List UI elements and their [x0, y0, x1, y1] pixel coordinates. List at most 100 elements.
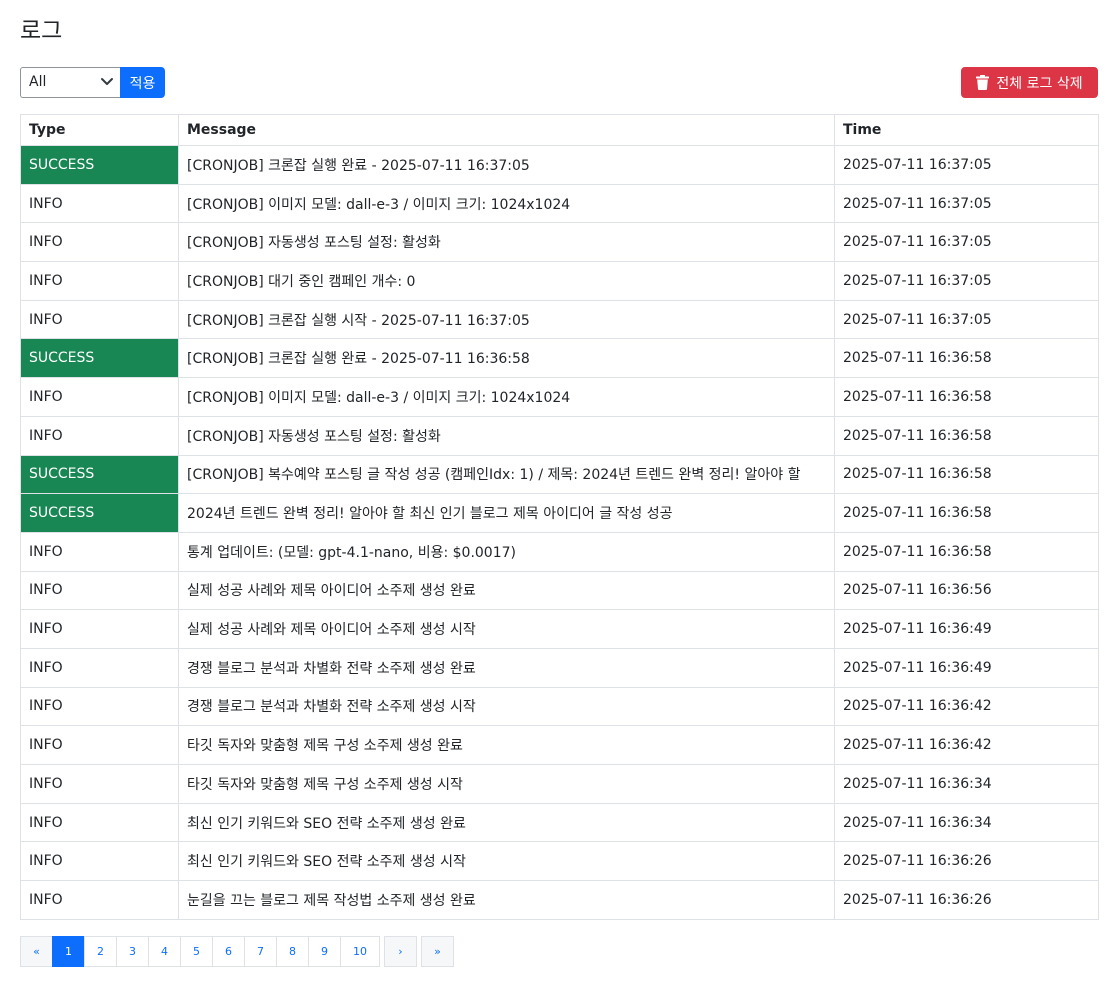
log-time-cell: 2025-07-11 16:36:26 — [834, 880, 1099, 920]
log-time-cell: 2025-07-11 16:36:34 — [834, 802, 1099, 843]
log-type-cell: INFO — [20, 725, 179, 765]
table-row: SUCCESS [CRONJOB] 크론잡 실행 완료 - 2025-07-11 … — [20, 145, 1099, 185]
page-link[interactable]: 7 — [244, 935, 277, 967]
table-header-row: Type Message Time — [20, 114, 1099, 146]
log-message-cell: [CRONJOB] 대기 중인 캠페인 개수: 0 — [178, 261, 835, 301]
page-link[interactable]: 6 — [212, 935, 245, 967]
log-type-cell: SUCCESS — [20, 493, 179, 533]
chevron-down-icon — [101, 78, 113, 85]
column-header-type: Type — [20, 114, 179, 146]
last-page-link[interactable]: » — [421, 935, 454, 967]
log-time-cell: 2025-07-11 16:37:05 — [834, 261, 1099, 301]
log-type-cell: INFO — [20, 764, 179, 804]
log-time-cell: 2025-07-11 16:36:58 — [834, 338, 1099, 379]
toolbar: All 적용 전체 로그 삭제 — [20, 67, 1098, 98]
log-type-cell: INFO — [20, 261, 179, 301]
table-row: INFO [CRONJOB] 자동생성 포스팅 설정: 활성화 2025-07-11… — [20, 415, 1099, 456]
log-time-cell: 2025-07-11 16:36:56 — [834, 570, 1099, 611]
table-row: INFO [CRONJOB] 이미지 모델: dall-e-3 / 이미지 크기:… — [20, 377, 1099, 417]
page-title: 로그 — [20, 18, 63, 44]
log-message-cell: [CRONJOB] 복수예약 포스팅 글 작성 성공 (캠페인Idx: 1) /… — [178, 454, 835, 495]
log-message-cell: [CRONJOB] 크론잡 실행 시작 - 2025-07-11 16:37:0… — [178, 299, 835, 340]
table-row: INFO [CRONJOB] 크론잡 실행 시작 - 2025-07-11 16:… — [20, 299, 1099, 340]
log-type-cell: INFO — [20, 647, 179, 688]
column-header-time: Time — [834, 114, 1099, 146]
log-time-cell: 2025-07-11 16:36:26 — [834, 841, 1099, 882]
first-page-link[interactable]: « — [20, 935, 53, 967]
apply-button[interactable]: 적용 — [120, 67, 165, 98]
log-type-cell: INFO — [20, 222, 179, 263]
filter-group: All 적용 — [20, 67, 165, 98]
page-link[interactable]: 2 — [84, 935, 117, 967]
log-type-cell: INFO — [20, 531, 179, 572]
log-message-cell: 타깃 독자와 맞춤형 제목 구성 소주제 생성 완료 — [178, 725, 835, 765]
log-type-cell: SUCCESS — [20, 454, 179, 495]
page-link[interactable]: 8 — [276, 935, 309, 967]
log-type-cell: INFO — [20, 299, 179, 340]
log-message-cell: 타깃 독자와 맞춤형 제목 구성 소주제 생성 시작 — [178, 764, 835, 804]
log-type-cell: INFO — [20, 570, 179, 611]
table-row: INFO 실제 성공 사례와 제목 아이디어 소주제 생성 시작 2025-07-1… — [20, 609, 1099, 649]
log-time-cell: 2025-07-11 16:37:05 — [834, 183, 1099, 224]
log-time-cell: 2025-07-11 16:36:42 — [834, 686, 1099, 727]
delete-all-logs-button[interactable]: 전체 로그 삭제 — [961, 67, 1098, 98]
page-link[interactable]: 9 — [308, 935, 341, 967]
table-row: INFO 타깃 독자와 맞춤형 제목 구성 소주제 생성 시작 2025-07-11… — [20, 764, 1099, 804]
table-row: SUCCESS [CRONJOB] 크론잡 실행 완료 - 2025-07-11 … — [20, 338, 1099, 379]
log-message-cell: [CRONJOB] 이미지 모델: dall-e-3 / 이미지 크기: 102… — [178, 183, 835, 224]
log-time-cell: 2025-07-11 16:36:42 — [834, 725, 1099, 765]
log-type-cell: SUCCESS — [20, 338, 179, 379]
table-row: INFO 타깃 독자와 맞춤형 제목 구성 소주제 생성 완료 2025-07-11… — [20, 725, 1099, 765]
log-message-cell: 2024년 트렌드 완벽 정리! 알아야 할 최신 인기 블로그 제목 아이디어… — [178, 493, 835, 533]
log-message-cell: 실제 성공 사례와 제목 아이디어 소주제 생성 완료 — [178, 570, 835, 611]
log-time-cell: 2025-07-11 16:36:49 — [834, 609, 1099, 649]
table-row: SUCCESS [CRONJOB] 복수예약 포스팅 글 작성 성공 (캠페인Id… — [20, 454, 1099, 495]
table-row: INFO 경쟁 블로그 분석과 차별화 전략 소주제 생성 완료 2025-07-1… — [20, 647, 1099, 688]
log-time-cell: 2025-07-11 16:36:58 — [834, 377, 1099, 417]
page-link[interactable]: 10 — [340, 935, 380, 967]
log-message-cell: 눈길을 끄는 블로그 제목 작성법 소주제 생성 완료 — [178, 880, 835, 920]
table-row: INFO [CRONJOB] 자동생성 포스팅 설정: 활성화 2025-07-11… — [20, 222, 1099, 263]
page-link[interactable]: 3 — [116, 935, 149, 967]
log-time-cell: 2025-07-11 16:36:58 — [834, 493, 1099, 533]
log-type-cell: INFO — [20, 415, 179, 456]
log-time-cell: 2025-07-11 16:37:05 — [834, 222, 1099, 263]
table-row: INFO 실제 성공 사례와 제목 아이디어 소주제 생성 완료 2025-07-1… — [20, 570, 1099, 611]
log-time-cell: 2025-07-11 16:36:58 — [834, 531, 1099, 572]
table-row: INFO [CRONJOB] 대기 중인 캠페인 개수: 0 2025-07-11 … — [20, 261, 1099, 301]
type-filter-select[interactable]: All — [20, 67, 120, 98]
type-filter-value: All — [29, 74, 47, 90]
page-link[interactable]: 5 — [180, 935, 213, 967]
log-message-cell: [CRONJOB] 이미지 모델: dall-e-3 / 이미지 크기: 102… — [178, 377, 835, 417]
log-time-cell: 2025-07-11 16:37:05 — [834, 299, 1099, 340]
next-page-link[interactable]: › — [384, 935, 417, 967]
log-type-cell: INFO — [20, 802, 179, 843]
log-page: 로그 All 적용 전체 로그 삭제 Type Message Time SUC… — [0, 0, 1118, 967]
table-row: INFO 최신 인기 키워드와 SEO 전략 소주제 생성 완료 2025-07-1… — [20, 802, 1099, 843]
page-link[interactable]: 1 — [52, 935, 85, 967]
delete-all-logs-label: 전체 로그 삭제 — [996, 75, 1083, 92]
log-type-cell: INFO — [20, 377, 179, 417]
trash-icon — [976, 75, 990, 90]
log-message-cell: 실제 성공 사례와 제목 아이디어 소주제 생성 시작 — [178, 609, 835, 649]
log-message-cell: 최신 인기 키워드와 SEO 전략 소주제 생성 시작 — [178, 841, 835, 882]
log-time-cell: 2025-07-11 16:36:58 — [834, 454, 1099, 495]
log-message-cell: [CRONJOB] 자동생성 포스팅 설정: 활성화 — [178, 222, 835, 263]
table-row: INFO 경쟁 블로그 분석과 차별화 전략 소주제 생성 시작 2025-07-1… — [20, 686, 1099, 727]
log-type-cell: INFO — [20, 609, 179, 649]
table-row: INFO 최신 인기 키워드와 SEO 전략 소주제 생성 시작 2025-07-1… — [20, 841, 1099, 882]
pagination: « 1 2 3 4 5 6 7 8 9 10 › » — [20, 935, 1098, 967]
page-link[interactable]: 4 — [148, 935, 181, 967]
table-row: SUCCESS 2024년 트렌드 완벽 정리! 알아야 할 최신 인기 블로그 … — [20, 493, 1099, 533]
column-header-message: Message — [178, 114, 835, 146]
log-type-cell: INFO — [20, 841, 179, 882]
log-time-cell: 2025-07-11 16:36:58 — [834, 415, 1099, 456]
log-type-cell: INFO — [20, 686, 179, 727]
log-message-cell: 최신 인기 키워드와 SEO 전략 소주제 생성 완료 — [178, 802, 835, 843]
log-time-cell: 2025-07-11 16:37:05 — [834, 145, 1099, 185]
table-row: INFO 통계 업데이트: (모델: gpt-4.1-nano, 비용: $0.0… — [20, 531, 1099, 572]
log-time-cell: 2025-07-11 16:36:34 — [834, 764, 1099, 804]
table-row: INFO [CRONJOB] 이미지 모델: dall-e-3 / 이미지 크기:… — [20, 183, 1099, 224]
log-message-cell: [CRONJOB] 자동생성 포스팅 설정: 활성화 — [178, 415, 835, 456]
log-message-cell: [CRONJOB] 크론잡 실행 완료 - 2025-07-11 16:37:0… — [178, 145, 835, 185]
